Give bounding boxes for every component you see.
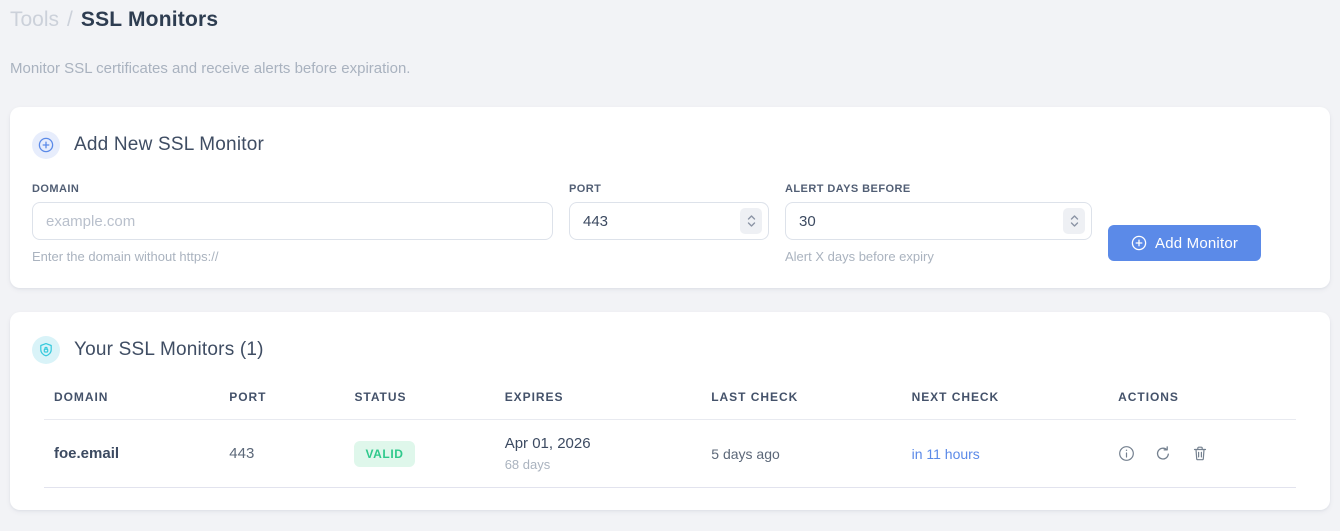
cell-port: 443 — [219, 419, 345, 488]
port-field-group: PORT — [569, 183, 769, 240]
table-header-row: DOMAIN PORT STATUS EXPIRES LAST CHECK NE… — [44, 376, 1296, 420]
plus-icon — [1131, 235, 1147, 251]
add-monitor-form: DOMAIN Enter the domain without https://… — [32, 183, 1308, 264]
add-monitor-card-header: Add New SSL Monitor — [32, 131, 1308, 159]
page-subtitle: Monitor SSL certificates and receive ale… — [10, 60, 411, 77]
shield-icon — [32, 336, 60, 364]
info-button[interactable] — [1118, 445, 1135, 462]
alert-days-label: ALERT DAYS BEFORE — [785, 183, 911, 195]
ssl-monitors-page: Tools / SSL Monitors Monitor SSL certifi… — [0, 0, 1340, 510]
cell-actions — [1108, 419, 1296, 488]
plus-circle-icon — [32, 131, 60, 159]
breadcrumb-tools[interactable]: Tools — [10, 8, 59, 32]
cell-expires: Apr 01, 2026 68 days — [494, 419, 702, 488]
port-input[interactable] — [569, 202, 769, 240]
add-monitor-card: Add New SSL Monitor DOMAIN Enter the dom… — [10, 107, 1330, 288]
add-monitor-button[interactable]: Add Monitor — [1108, 225, 1262, 261]
col-header-status: STATUS — [344, 376, 495, 420]
refresh-icon — [1155, 445, 1171, 462]
trash-icon — [1192, 445, 1208, 462]
cell-domain: foe.email — [44, 419, 220, 488]
domain-helper-text: Enter the domain without https:// — [32, 249, 219, 264]
info-icon — [1118, 445, 1135, 462]
add-monitor-button-label: Add Monitor — [1155, 234, 1239, 252]
domain-input[interactable] — [32, 202, 553, 240]
col-header-last-check: LAST CHECK — [701, 376, 902, 420]
cell-status: VALID — [344, 419, 495, 488]
port-stepper[interactable] — [740, 208, 762, 234]
col-header-expires: EXPIRES — [494, 376, 702, 420]
submit-field-group: Add Monitor — [1108, 183, 1262, 261]
alert-days-field-group: ALERT DAYS BEFORE Alert X days before ex… — [785, 183, 1092, 264]
monitors-card-header: Your SSL Monitors (1) — [32, 336, 1308, 364]
monitors-table: DOMAIN PORT STATUS EXPIRES LAST CHECK NE… — [44, 376, 1296, 488]
domain-label: DOMAIN — [32, 183, 80, 195]
monitors-card: Your SSL Monitors (1) DOMAIN PORT STATUS… — [10, 312, 1330, 510]
expires-date: Apr 01, 2026 — [504, 435, 591, 452]
alert-days-helper-text: Alert X days before expiry — [785, 249, 934, 264]
port-label: PORT — [569, 183, 602, 195]
cell-last-check: 5 days ago — [701, 419, 902, 488]
monitors-title: Your SSL Monitors (1) — [74, 339, 264, 360]
refresh-button[interactable] — [1155, 445, 1171, 462]
domain-field-group: DOMAIN Enter the domain without https:// — [32, 183, 553, 264]
expires-days-remaining: 68 days — [504, 457, 551, 472]
status-badge: VALID — [354, 440, 415, 467]
alert-days-input[interactable] — [785, 202, 1092, 240]
cell-next-check: in 11 hours — [901, 419, 1109, 488]
delete-button[interactable] — [1192, 445, 1208, 462]
add-monitor-title: Add New SSL Monitor — [74, 134, 265, 155]
col-header-domain: DOMAIN — [44, 376, 220, 420]
page-title: SSL Monitors — [80, 8, 219, 31]
alert-days-stepper[interactable] — [1063, 208, 1085, 234]
breadcrumb: Tools / SSL Monitors — [10, 6, 1330, 32]
breadcrumb-separator: / — [67, 8, 73, 31]
col-header-actions: ACTIONS — [1108, 376, 1296, 420]
table-row: foe.email 443 VALID Apr 01, 2026 68 days… — [44, 419, 1296, 488]
col-header-port: PORT — [219, 376, 345, 420]
col-header-next-check: NEXT CHECK — [901, 376, 1109, 420]
